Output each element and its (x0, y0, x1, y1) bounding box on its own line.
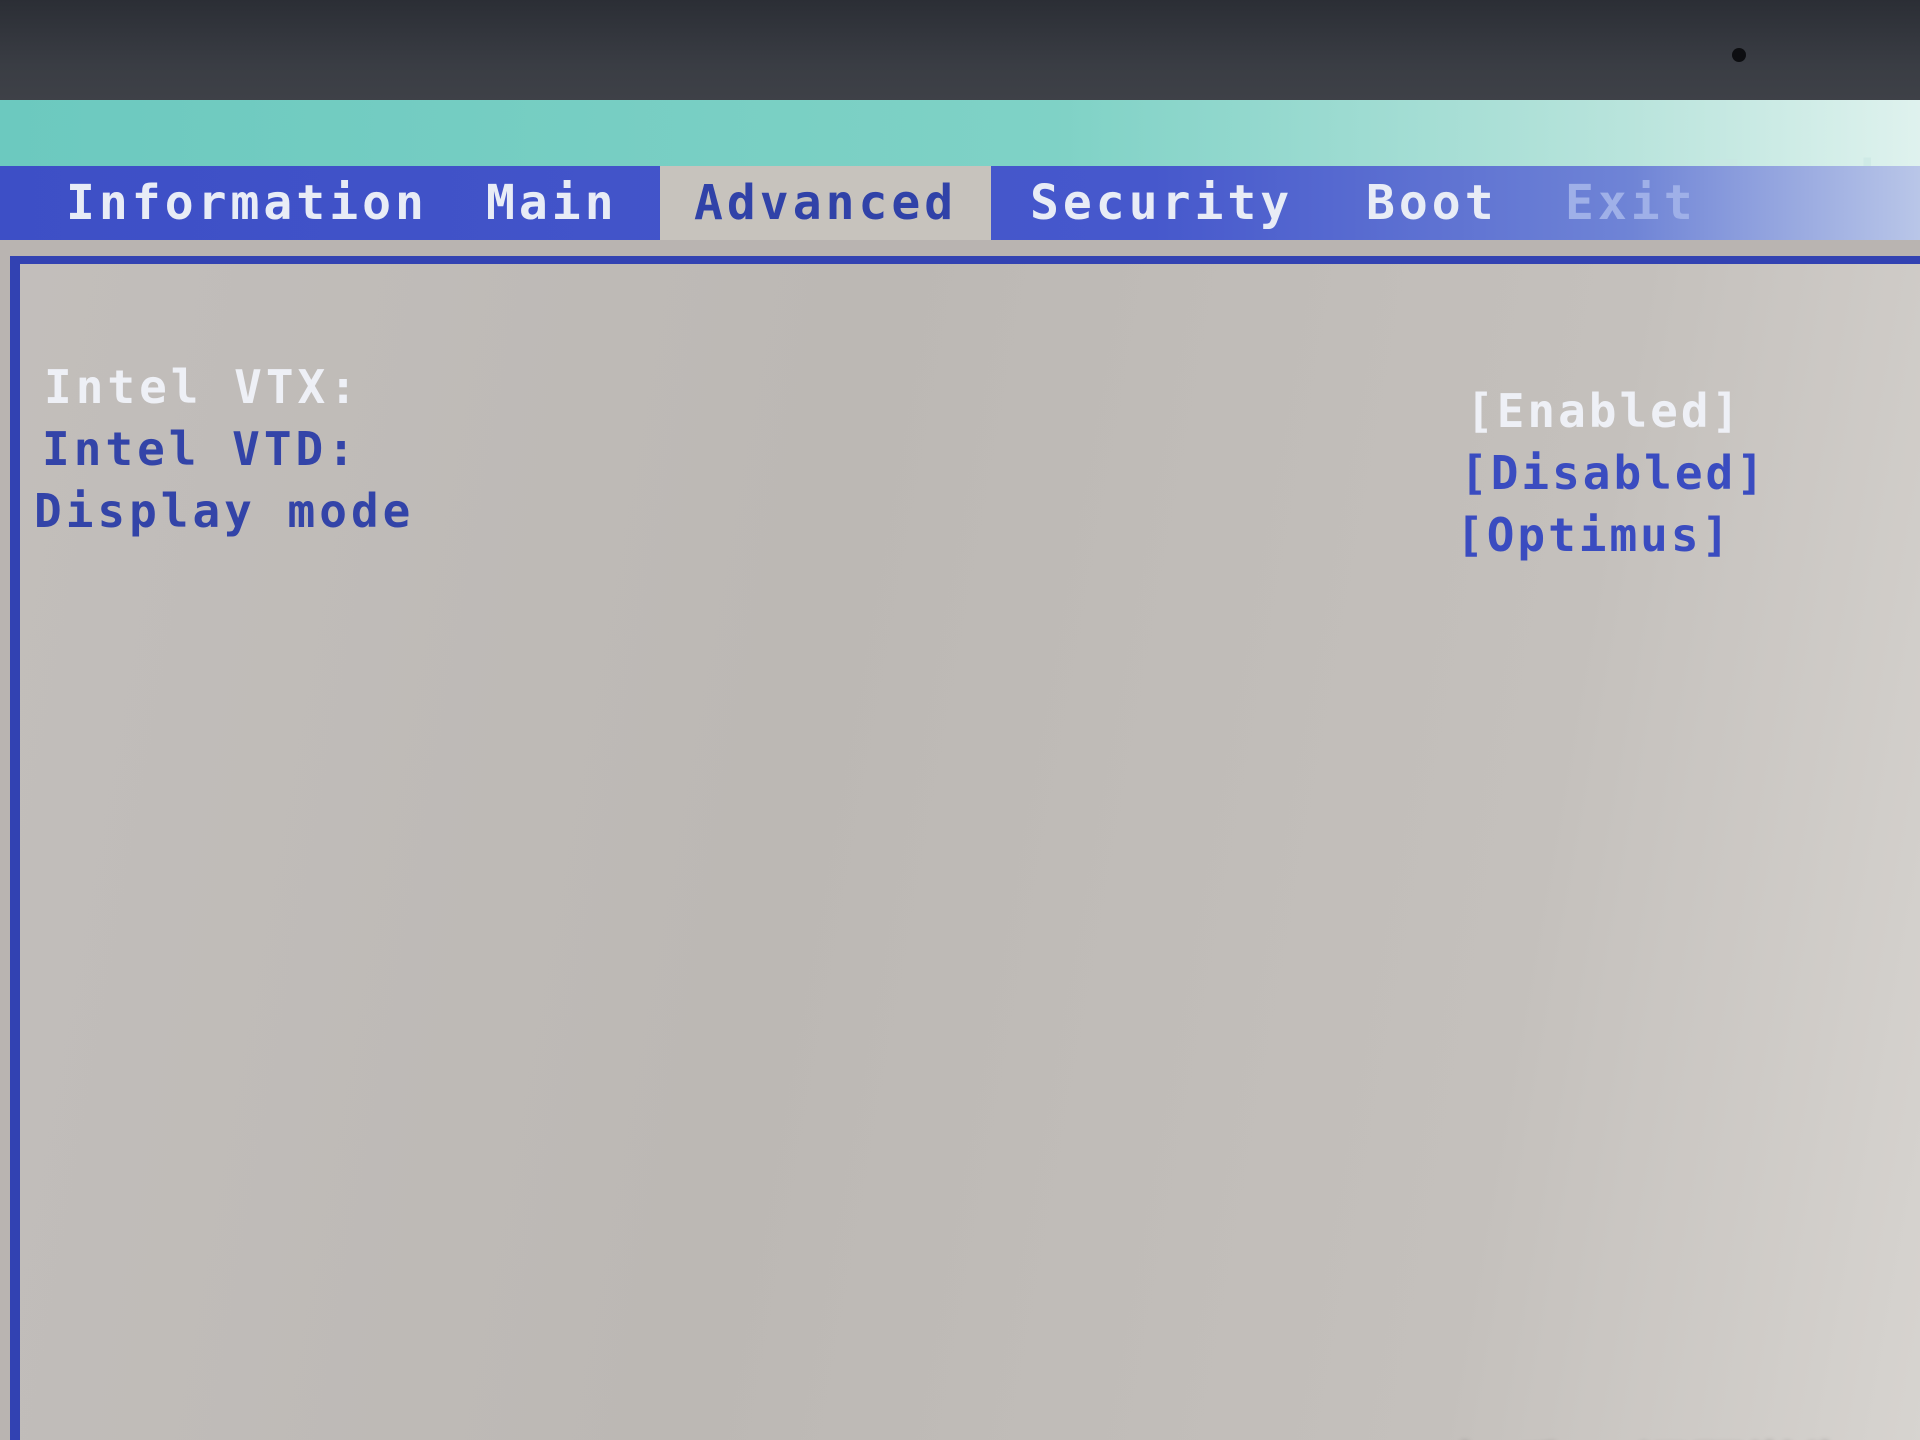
menu-bar: Information Main Advanced Security Boot … (0, 166, 1920, 240)
setting-row-intel-vtd[interactable]: Intel VTD: [Disabled] (20, 422, 1820, 500)
tab-information[interactable]: Information (66, 166, 428, 240)
bios-screen: Insyde Information Main Advanced Securit… (0, 100, 1920, 1440)
setting-value[interactable]: [Optimus] (1456, 508, 1732, 562)
setting-row-intel-vtx[interactable]: Intel VTX: [Enabled] (20, 360, 1820, 438)
tab-main[interactable]: Main (486, 166, 618, 240)
setting-label: Display mode (34, 484, 415, 538)
setting-row-display-mode[interactable]: Display mode [Optimus] (20, 484, 1820, 562)
tab-security[interactable]: Security (1030, 166, 1293, 240)
laptop-bezel (0, 0, 1920, 110)
setting-label: Intel VTX: (44, 360, 361, 414)
webcam-icon (1732, 48, 1746, 62)
settings-panel: Intel VTX: [Enabled] Intel VTD: [Disable… (10, 256, 1920, 1440)
tab-advanced[interactable]: Advanced (660, 166, 992, 240)
watermark: 知乎 @问题学生 (1455, 1425, 1852, 1440)
setting-label: Intel VTD: (42, 422, 359, 476)
tab-boot[interactable]: Boot (1366, 166, 1498, 240)
tab-exit[interactable]: Exit (1565, 166, 1697, 240)
title-band: Insyde (0, 100, 1920, 210)
